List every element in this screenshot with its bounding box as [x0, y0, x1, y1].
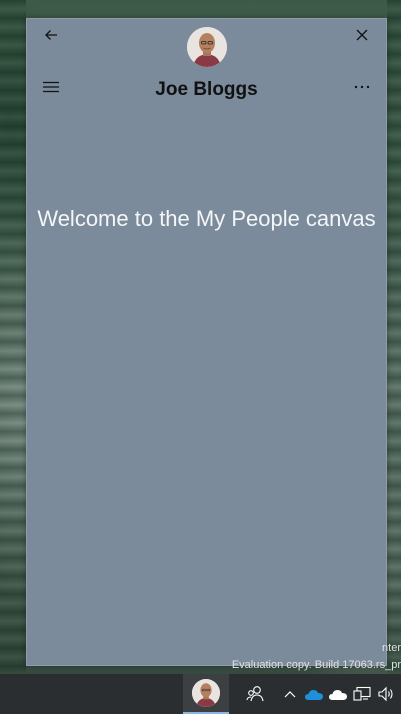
watermark-line-2: Evaluation copy. Build 17063.rs_pr — [231, 659, 401, 671]
volume-icon — [378, 686, 393, 702]
cloud-status-button[interactable] — [326, 682, 350, 706]
close-icon — [356, 29, 368, 41]
cloud-icon — [329, 689, 347, 700]
more-options-icon — [354, 85, 370, 89]
welcome-message: Welcome to the My People canvas — [37, 206, 376, 231]
onedrive-icon — [305, 689, 323, 700]
evaluation-watermark: nter Evaluation copy. Build 17063.rs_pr — [232, 640, 401, 674]
volume-button[interactable] — [374, 682, 398, 706]
taskbar — [0, 674, 401, 714]
watermark-line-1: nter — [382, 642, 401, 654]
people-icon — [246, 686, 264, 702]
more-options-button[interactable] — [346, 71, 378, 103]
pinned-contact-button[interactable] — [183, 674, 229, 714]
show-hidden-icons-button[interactable] — [278, 682, 302, 706]
desktop-wallpaper-left — [0, 0, 26, 674]
contact-avatar — [187, 27, 227, 67]
onedrive-button[interactable] — [302, 682, 326, 706]
chevron-up-icon — [284, 691, 296, 698]
back-arrow-icon — [45, 30, 57, 40]
close-button[interactable] — [346, 19, 378, 51]
network-icon — [353, 686, 371, 701]
network-button[interactable] — [350, 682, 374, 706]
pinned-contact-avatar — [192, 679, 220, 707]
my-people-canvas-window: Joe Bloggs Welcome to the My People canv… — [26, 18, 387, 666]
contact-name: Joe Bloggs — [155, 79, 258, 100]
back-button[interactable] — [35, 19, 67, 51]
desktop-wallpaper-right — [387, 0, 401, 674]
people-button[interactable] — [243, 682, 267, 706]
